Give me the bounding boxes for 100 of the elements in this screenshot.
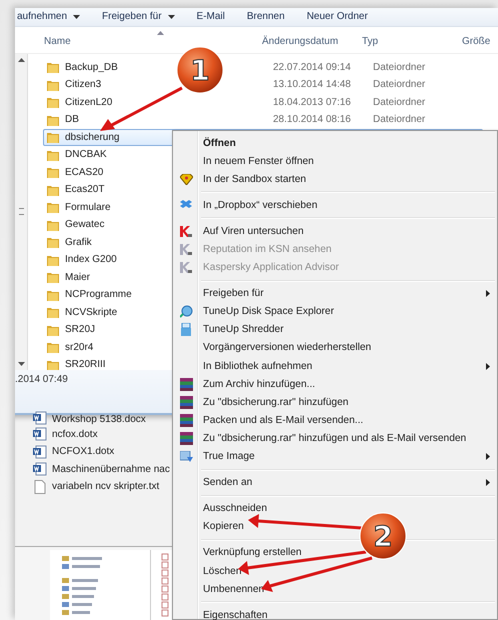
folder-icon <box>47 254 59 266</box>
toolbar-button[interactable]: Brennen <box>246 11 285 22</box>
callout-badge: 2 <box>360 512 406 560</box>
file-name[interactable]: Ecas20T <box>65 184 104 196</box>
menu-item[interactable]: Löschen <box>203 566 242 577</box>
file-name[interactable]: DNCBAK <box>65 149 107 160</box>
file-name: variabeln ncv skripter.txt <box>52 481 160 492</box>
file-name[interactable]: NCVSkripte <box>65 306 118 318</box>
menu-item[interactable]: TuneUp Shredder <box>203 324 284 336</box>
file-name[interactable]: DB <box>65 114 79 126</box>
submenu-arrow-icon <box>486 453 490 460</box>
file-type: Dateiordner <box>373 79 426 90</box>
shredder-icon <box>181 323 191 336</box>
menu-item[interactable]: Packen und als E-Mail versenden... <box>203 414 364 426</box>
file-name: Workshop 5138.docx <box>52 414 146 426</box>
menu-item[interactable]: TuneUp Disk Space Explorer <box>203 306 334 318</box>
file-type: Dateiordner <box>373 114 426 126</box>
folder-icon <box>47 78 59 91</box>
text-file-icon <box>33 480 47 494</box>
file-name[interactable]: CitizenL20 <box>65 96 112 108</box>
menu-item[interactable]: Verknüpfung erstellen <box>203 547 302 558</box>
menu-item[interactable]: Zu "dbsicherung.rar" hinzufügen und als E-Mail versenden <box>203 432 466 444</box>
scroll-grip-icon <box>18 208 24 216</box>
menu-item[interactable]: True Image <box>203 451 495 462</box>
folder-icon <box>47 271 59 284</box>
folder-icon <box>47 201 59 214</box>
diamond-icon <box>180 174 192 185</box>
menu-item[interactable]: In Bibliothek aufnehmen <box>203 360 495 372</box>
caret-icon <box>168 14 175 19</box>
menu-item[interactable]: In der Sandbox starten <box>203 174 306 185</box>
folder-icon <box>47 341 59 354</box>
menu-item[interactable]: Zu "dbsicherung.rar" hinzufügen <box>203 396 348 408</box>
file-name[interactable]: Formulare <box>65 202 111 213</box>
callout-badge: 1 <box>176 46 224 94</box>
file-name[interactable]: Citizen3 <box>65 79 102 90</box>
folder-icon <box>47 166 59 178</box>
sort-caret-icon <box>157 30 164 35</box>
file-name[interactable]: Gewatec <box>65 219 104 230</box>
menu-item[interactable]: Auf Viren untersuchen <box>203 226 304 237</box>
toolbar-button[interactable]: E-Mail <box>196 11 225 22</box>
folder-icon <box>47 218 59 231</box>
scrollbar[interactable] <box>15 54 28 370</box>
file-name[interactable]: Maier <box>65 272 90 283</box>
toolbar-button[interactable]: Neuer Ordner <box>306 11 368 22</box>
modified-date: 28.10.2014 08:16 <box>273 114 352 126</box>
file-name[interactable]: Index G200 <box>65 254 117 266</box>
column-header[interactable]: Größe <box>462 36 490 48</box>
scroll-up-icon[interactable] <box>18 58 24 62</box>
menu-item[interactable]: Öffnen <box>203 138 236 149</box>
toolbar-button[interactable]: Freigeben für <box>102 11 175 22</box>
folder-icon <box>47 131 59 144</box>
folder-icon <box>47 358 59 371</box>
submenu-arrow-icon <box>486 479 490 486</box>
menu-item[interactable]: Vorgängerversionen wiederherstellen <box>203 342 372 354</box>
submenu-arrow-icon <box>486 362 490 370</box>
column-header[interactable]: Name <box>44 36 262 48</box>
menu-item[interactable]: Kopieren <box>203 521 244 532</box>
folder-icon <box>47 324 59 336</box>
file-name: ncfox.dotx <box>52 428 98 440</box>
scroll-down-icon[interactable] <box>18 362 24 366</box>
toolbar-button[interactable]: aufnehmen <box>17 11 80 22</box>
menu-item[interactable]: Zum Archiv hinzufügen... <box>203 378 316 390</box>
file-name[interactable]: ECAS20 <box>65 166 104 178</box>
folder-icon <box>47 96 59 108</box>
folder-icon <box>47 306 59 318</box>
file-name[interactable]: Backup_DB <box>65 62 118 73</box>
menu-item[interactable]: Ausschneiden <box>203 503 268 514</box>
menu-item[interactable]: In „Dropbox“ verschieben <box>203 200 318 211</box>
menu-item[interactable]: Senden an <box>203 477 495 488</box>
submenu-arrow-icon <box>486 290 490 298</box>
folder-icon <box>47 288 59 301</box>
folder-icon <box>47 114 59 126</box>
menu-item[interactable]: In neuem Fenster öffnen <box>203 156 314 167</box>
folder-icon <box>47 184 59 196</box>
column-header[interactable]: Änderungsdatum <box>262 36 362 48</box>
word-document-icon <box>33 462 47 476</box>
file-name: dbsicherung <box>65 132 120 143</box>
file-name: NCFOX1.dotx <box>52 446 114 457</box>
file-type: Dateiordner <box>373 62 426 73</box>
file-name[interactable]: sr20r4 <box>65 342 94 353</box>
menu-item[interactable]: Eigenschaften <box>203 610 268 620</box>
file-name[interactable]: NCProgramme <box>65 289 132 300</box>
word-document-icon <box>33 427 47 441</box>
modified-date: 18.04.2013 07:16 <box>273 96 352 108</box>
file-name[interactable]: SR20J <box>65 324 96 336</box>
modified-date: 13.10.2014 14:48 <box>273 79 352 90</box>
menu-item[interactable]: Umbenennen <box>203 584 264 595</box>
modified-date: 22.07.2014 09:14 <box>273 62 352 73</box>
word-document-icon <box>33 444 47 458</box>
magnifier-globe-icon <box>180 305 192 318</box>
folder-icon <box>47 61 59 74</box>
file-name[interactable]: SR20RIII <box>65 359 106 370</box>
folder-icon <box>47 236 59 248</box>
menu-item[interactable]: Freigeben für <box>203 288 495 300</box>
word-document-icon <box>33 411 47 426</box>
disk-arrow-icon <box>180 450 192 463</box>
folder-icon <box>47 148 59 161</box>
column-header[interactable]: Typ <box>362 36 462 48</box>
file-name[interactable]: Grafik <box>65 236 92 248</box>
file-type: Dateiordner <box>373 96 426 108</box>
